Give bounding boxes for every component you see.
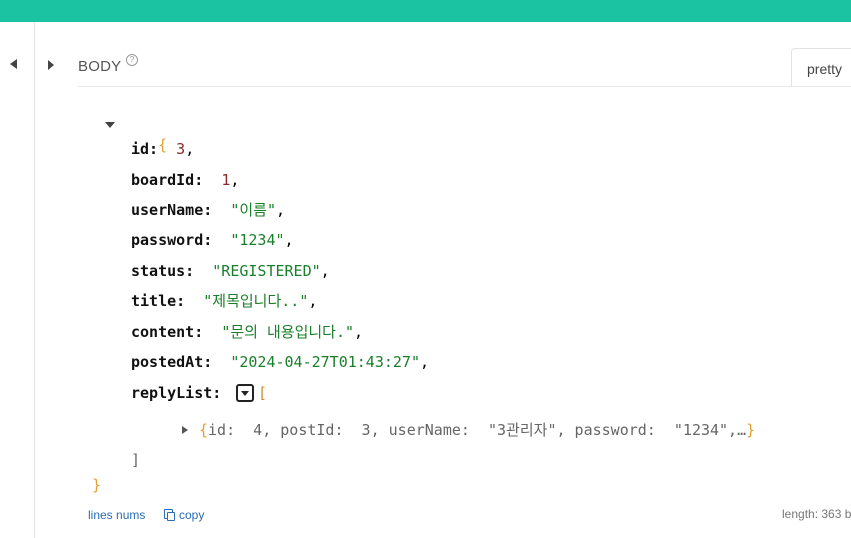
item-close-brace: } bbox=[746, 421, 756, 439]
field-key: boardId: bbox=[131, 171, 204, 189]
top-accent-bar bbox=[0, 0, 851, 22]
copy-button[interactable]: copy bbox=[179, 508, 204, 522]
comma: , bbox=[230, 171, 240, 189]
copy-icon[interactable] bbox=[164, 509, 175, 521]
comma: , bbox=[185, 140, 195, 158]
pretty-view-button[interactable]: pretty bbox=[791, 48, 851, 86]
help-icon[interactable]: ? bbox=[126, 54, 138, 66]
json-field-content: content: "문의 내용입니다.", bbox=[131, 322, 363, 342]
field-value: "2024-04-27T01:43:27" bbox=[230, 353, 420, 371]
left-rail bbox=[0, 22, 35, 538]
field-key: id: bbox=[131, 140, 159, 158]
json-field-boardId: boardId: 1, bbox=[131, 170, 239, 190]
field-key: password: bbox=[131, 231, 213, 249]
json-root-close: } bbox=[92, 475, 101, 495]
json-field-id: id: 3, bbox=[131, 139, 194, 159]
field-value: 1 bbox=[221, 171, 231, 189]
replylist-open-bracket: [ bbox=[258, 383, 267, 403]
collapsed-reply-item[interactable]: {id: 4, postId: 3, userName: "3관리자", pas… bbox=[199, 420, 755, 440]
field-value: "REGISTERED" bbox=[212, 262, 321, 280]
field-value: 3 bbox=[176, 140, 186, 158]
expand-item-icon[interactable] bbox=[182, 426, 188, 434]
json-field-status: status: "REGISTERED", bbox=[131, 261, 330, 281]
close-brace: } bbox=[92, 476, 102, 494]
collapse-left-icon[interactable] bbox=[10, 59, 17, 69]
json-field-password: password: "1234", bbox=[131, 230, 294, 250]
replylist-close-bracket: ] bbox=[131, 450, 140, 470]
field-key: status: bbox=[131, 262, 195, 280]
item-open-brace: { bbox=[199, 421, 209, 439]
comma: , bbox=[276, 201, 286, 219]
json-field-title: title: "제목입니다..", bbox=[131, 291, 317, 311]
header-divider bbox=[78, 86, 851, 87]
field-value: "문의 내용입니다." bbox=[221, 323, 355, 341]
field-key: title: bbox=[131, 292, 186, 310]
item-preview-text: id: 4, postId: 3, userName: "3관리자", pass… bbox=[208, 421, 747, 439]
field-value: "이름" bbox=[230, 201, 277, 219]
expand-right-icon[interactable] bbox=[48, 60, 54, 70]
json-field-replyList: replyList: bbox=[131, 383, 221, 403]
field-value: "1234" bbox=[230, 231, 285, 249]
comma: , bbox=[420, 353, 430, 371]
comma: , bbox=[354, 323, 364, 341]
collapse-replylist-icon[interactable] bbox=[236, 384, 254, 402]
line-numbers-toggle[interactable]: lines nums bbox=[88, 508, 145, 522]
collapse-root-icon[interactable] bbox=[105, 122, 115, 128]
length-indicator: length: 363 b bbox=[782, 507, 851, 521]
field-key: content: bbox=[131, 323, 204, 341]
field-key: postedAt: bbox=[131, 353, 213, 371]
comma: , bbox=[320, 262, 330, 280]
json-root-open: { bbox=[122, 115, 167, 154]
field-value: "제목입니다.." bbox=[203, 292, 309, 310]
field-key: replyList: bbox=[131, 384, 222, 402]
open-bracket: [ bbox=[258, 384, 268, 402]
close-bracket: ] bbox=[131, 451, 141, 469]
body-section-label: BODY bbox=[78, 58, 122, 75]
comma: , bbox=[308, 292, 318, 310]
comma: , bbox=[284, 231, 294, 249]
json-field-userName: userName: "이름", bbox=[131, 200, 285, 220]
json-field-postedAt: postedAt: "2024-04-27T01:43:27", bbox=[131, 352, 429, 372]
field-key: userName: bbox=[131, 201, 213, 219]
